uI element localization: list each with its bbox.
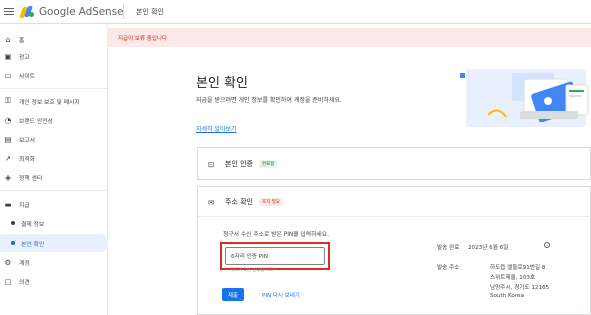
status-badge: 완료됨 bbox=[259, 160, 278, 168]
sidebar-item-privacy[interactable]: ⚿ 개인 정보 보호 및 메시지 bbox=[0, 94, 108, 108]
sidebar: ⌂ 홈 ▣ 광고 ▭ 사이트 ⚿ 개인 정보 보호 및 메시지 ◔ 브랜드 안전성 ▤ 보고… bbox=[0, 24, 108, 315]
card-divider bbox=[198, 216, 591, 217]
home-icon: ⌂ bbox=[5, 34, 11, 44]
feedback-icon: ▢ bbox=[4, 276, 12, 286]
sidebar-item-feedback[interactable]: ▢ 의견 bbox=[0, 274, 108, 288]
sites-icon: ▭ bbox=[4, 70, 12, 80]
pin-input[interactable]: 6자리 인증 PIN bbox=[225, 247, 325, 265]
page-title: 본인 확인 bbox=[196, 76, 248, 91]
sidebar-item-payments[interactable]: ▬ 지급 bbox=[0, 197, 108, 211]
page-breadcrumb: 본인 확인 bbox=[136, 8, 164, 16]
sidebar-item-ads[interactable]: ▣ 광고 bbox=[0, 49, 108, 63]
sent-date: 2023년 6월 6일 bbox=[468, 245, 509, 251]
reports-icon: ▤ bbox=[4, 134, 12, 144]
address-card-title: 주소 확인 bbox=[225, 198, 253, 206]
status-badge: 조치 필요 bbox=[259, 198, 283, 206]
top-bar: Google AdSense bbox=[0, 0, 591, 24]
sidebar-item-account[interactable]: ⚙ 계정 bbox=[0, 255, 108, 269]
sidebar-item-payment-info[interactable]: 결제 정보 bbox=[0, 216, 108, 230]
identity-card-icon: ⊡ bbox=[208, 159, 215, 169]
address-line: South Korea bbox=[490, 293, 524, 299]
ads-icon: ▣ bbox=[4, 51, 12, 61]
info-icon[interactable]: i bbox=[544, 242, 550, 248]
address-line: 하도읍 엘들로91번길 8 bbox=[490, 265, 546, 271]
sidebar-divider bbox=[0, 88, 108, 89]
sent-label: 발송 완료 bbox=[437, 245, 460, 251]
address-line: 스위트제율, 103호 bbox=[490, 275, 536, 281]
mail-icon: ✉ bbox=[208, 197, 215, 207]
sidebar-item-policy-center[interactable]: ◈ 정책 센터 bbox=[0, 170, 108, 184]
sidebar-item-sites[interactable]: ▭ 사이트 bbox=[0, 68, 108, 82]
sidebar-item-optimization[interactable]: ↗ 최적화 bbox=[0, 151, 108, 165]
learn-more-link[interactable]: 자세히 알아보기 bbox=[196, 124, 237, 133]
payments-icon: ▬ bbox=[4, 199, 12, 209]
address-line: 남양주시, 경기도 12165 bbox=[490, 285, 550, 291]
sidebar-divider bbox=[0, 190, 108, 191]
sidebar-item-home[interactable]: ⌂ 홈 bbox=[0, 32, 108, 46]
privacy-icon: ⚿ bbox=[5, 96, 11, 105]
topbar-divider bbox=[123, 4, 124, 19]
resend-pin-link[interactable]: PIN 다시 보내기 bbox=[262, 291, 300, 299]
bullet-icon bbox=[11, 241, 15, 245]
pin-attempts-hint: 지도가 1번 남았습니다. bbox=[230, 268, 275, 273]
optimization-icon: ↗ bbox=[4, 153, 12, 163]
gear-icon: ⚙ bbox=[4, 257, 12, 267]
hamburger-menu-icon[interactable] bbox=[4, 7, 14, 16]
pin-instruction: 청구서 수신 주소로 받은 PIN을 입력하세요. bbox=[223, 232, 329, 238]
sidebar-item-brand-safety[interactable]: ◔ 브랜드 안전성 bbox=[0, 113, 108, 127]
sidebar-item-reports[interactable]: ▤ 보고서 bbox=[0, 132, 108, 146]
verification-illustration bbox=[460, 69, 589, 127]
brand-safety-icon: ◔ bbox=[4, 115, 12, 125]
page-description: 지급을 받으려면 개인 정보를 확인하여 계정을 준비하세요. bbox=[196, 97, 342, 104]
submit-button[interactable]: 제출 bbox=[222, 288, 244, 301]
policy-icon: ◈ bbox=[5, 172, 11, 182]
identity-card-title: 본인 인증 bbox=[225, 160, 253, 168]
identity-verification-card[interactable]: ⊡ 본인 인증 완료됨 bbox=[197, 147, 591, 180]
sidebar-item-verification[interactable]: 본인 확인 bbox=[0, 234, 108, 252]
address-label: 발송 주소 bbox=[437, 265, 460, 271]
brand-name: Google AdSense bbox=[39, 5, 124, 18]
address-verification-card: ✉ 주소 확인 조치 필요 청구서 수신 주소로 받은 PIN을 입력하세요. … bbox=[197, 186, 591, 315]
pin-input-highlight: 6자리 인증 PIN bbox=[220, 242, 330, 270]
payment-hold-banner: 지급이 보류 중입니다 bbox=[108, 28, 591, 47]
bullet-icon bbox=[11, 221, 15, 225]
adsense-logo-icon bbox=[18, 5, 34, 18]
